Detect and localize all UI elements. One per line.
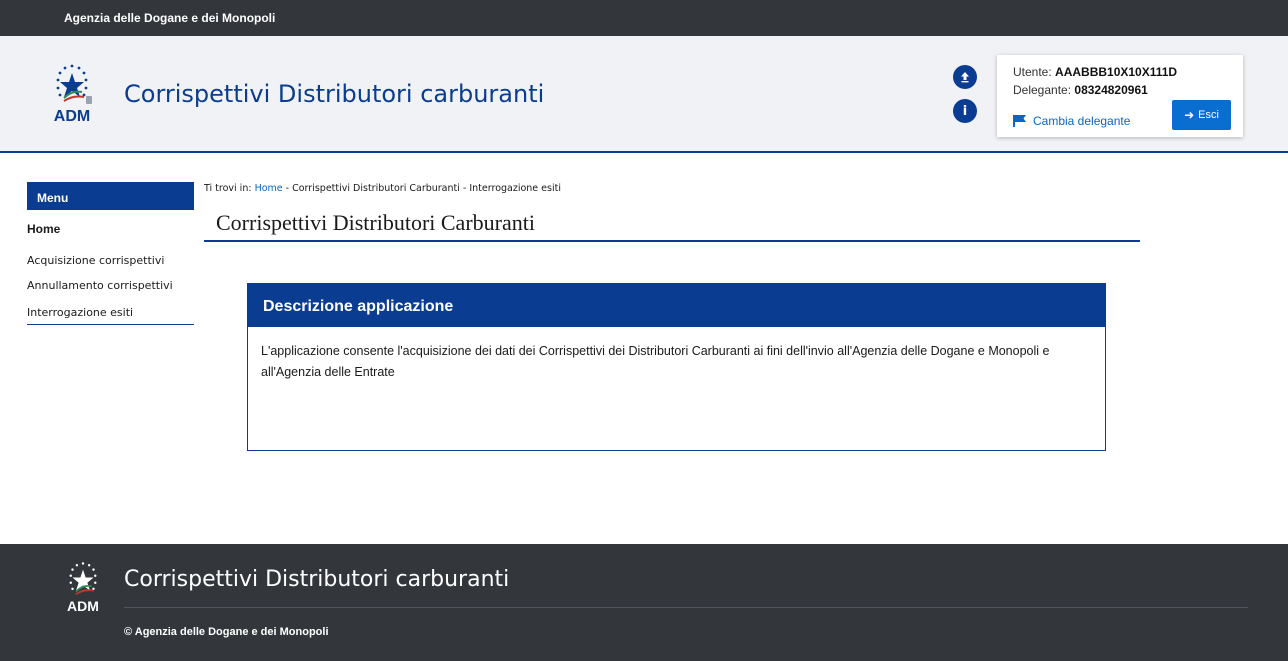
breadcrumb: Ti trovi in: Home - Corrispettivi Distri… — [204, 183, 561, 194]
footer-adm-logo: ADM — [60, 560, 106, 630]
footer-adm-logo-text: ADM — [67, 598, 99, 614]
menu-divider — [27, 324, 194, 325]
agency-top-bar: Agenzia delle Dogane e dei Monopoli — [0, 0, 1288, 36]
page-footer: ADM Corrispettivi Distributori carburant… — [0, 544, 1288, 661]
app-title: Corrispettivi Distributori carburanti — [124, 80, 545, 108]
sidebar-item-annullamento[interactable]: Annullamento corrispettivi — [27, 279, 173, 292]
change-delegate-link[interactable]: Cambia delegante — [1013, 114, 1130, 128]
adm-logo[interactable]: ADM — [46, 62, 98, 132]
sidebar-item-home[interactable]: Home — [27, 222, 60, 236]
flag-icon — [1013, 115, 1026, 127]
adm-logo-text: ADM — [53, 108, 91, 125]
sign-in-arrow-icon: ➜ — [1184, 108, 1195, 122]
delegate-line: Delegante: 08324820961 — [1013, 83, 1148, 97]
menu-title: Menu — [27, 182, 194, 210]
sidebar-item-acquisizione[interactable]: Acquisizione corrispettivi — [27, 254, 164, 267]
breadcrumb-separator: - — [459, 183, 470, 194]
app-header: ADM Corrispettivi Distributori carburant… — [0, 36, 1288, 153]
breadcrumb-level2: Corrispettivi Distributori Carburanti — [292, 183, 460, 194]
footer-copyright: © Agenzia delle Dogane e dei Monopoli — [124, 626, 329, 638]
change-delegate-label: Cambia delegante — [1033, 114, 1131, 128]
user-label: Utente: — [1013, 65, 1056, 79]
logout-label: Esci — [1198, 109, 1219, 121]
sidebar-item-interrogazione[interactable]: Interrogazione esiti — [27, 306, 133, 319]
user-line: Utente: AAABBB10X10X111D — [1013, 65, 1177, 79]
agency-name: Agenzia delle Dogane e dei Monopoli — [64, 11, 276, 25]
footer-divider — [124, 607, 1248, 608]
info-circle-icon: i — [962, 103, 968, 119]
breadcrumb-home-link[interactable]: Home — [255, 183, 283, 194]
delegate-label: Delegante: — [1013, 83, 1075, 97]
breadcrumb-prefix: Ti trovi in: — [204, 183, 255, 194]
adm-star-logo-icon — [69, 562, 97, 595]
card-description: L'applicazione consente l'acquisizione d… — [261, 344, 1050, 379]
user-panel: Utente: AAABBB10X10X111D Delegante: 0832… — [997, 55, 1243, 137]
delegate-code: 08324820961 — [1074, 83, 1148, 97]
info-button[interactable]: i — [953, 99, 977, 123]
page-title: Corrispettivi Distributori Carburanti — [216, 210, 535, 235]
user-code: AAABBB10X10X111D — [1055, 65, 1178, 79]
footer-title: Corrispettivi Distributori carburanti — [124, 567, 510, 592]
breadcrumb-current: Interrogazione esiti — [469, 183, 561, 194]
upload-button[interactable] — [953, 65, 977, 89]
title-divider — [204, 240, 1140, 242]
logout-button[interactable]: ➜ Esci — [1172, 100, 1231, 130]
upload-circle-icon — [961, 72, 969, 83]
adm-star-logo-icon — [56, 64, 92, 104]
description-card: Descrizione applicazione L'applicazione … — [247, 283, 1106, 451]
card-title: Descrizione applicazione — [248, 284, 1105, 327]
breadcrumb-separator: - — [282, 183, 293, 194]
